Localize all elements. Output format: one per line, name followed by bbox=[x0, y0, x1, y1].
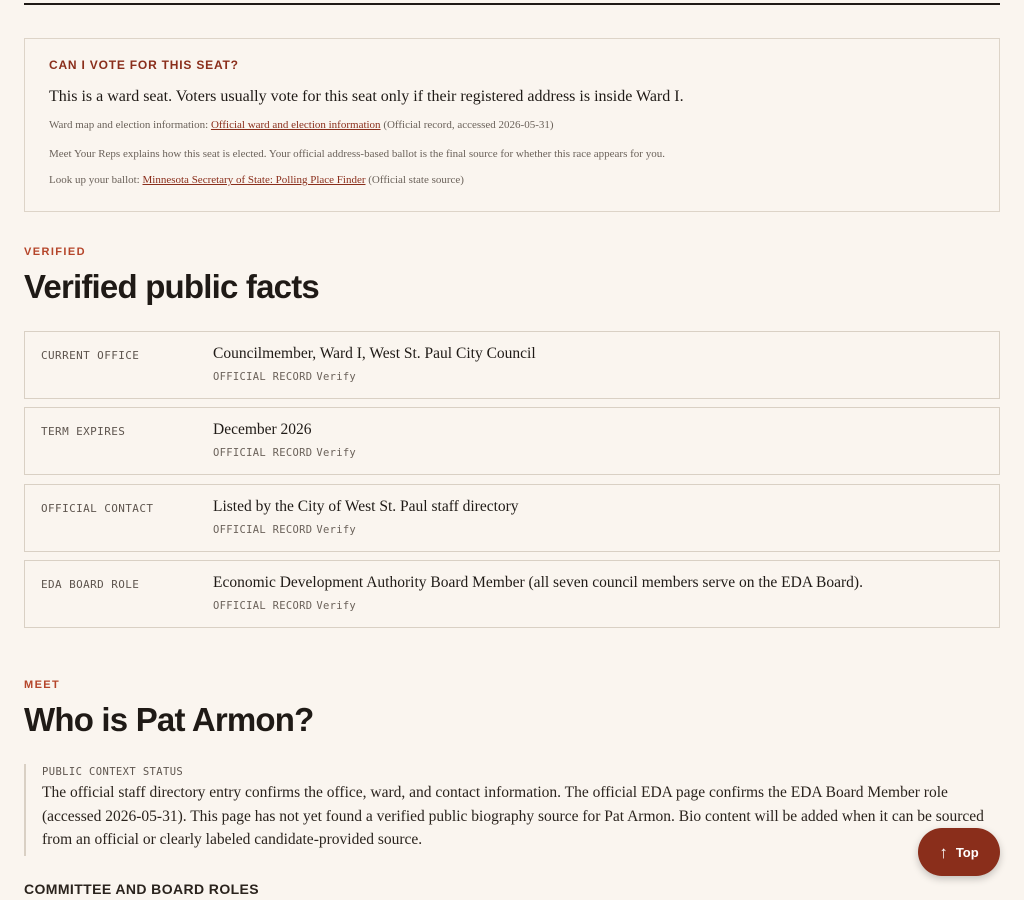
fact-label: OFFICIAL CONTACT bbox=[41, 502, 154, 515]
ward-map-prefix: Ward map and election information: bbox=[49, 119, 209, 131]
fact-label: TERM EXPIRES bbox=[41, 425, 126, 438]
verify-link[interactable]: Verify bbox=[316, 371, 356, 383]
polling-place-finder-link[interactable]: Minnesota Secretary of State: Polling Pl… bbox=[143, 174, 366, 186]
fact-source: OFFICIAL RECORD Verify bbox=[213, 524, 356, 536]
context-label: PUBLIC CONTEXT STATUS bbox=[42, 766, 184, 778]
ballot-lookup-line: Look up your ballot: Minnesota Secretary… bbox=[49, 173, 975, 187]
source-badge: OFFICIAL RECORD bbox=[213, 600, 313, 612]
fact-source: OFFICIAL RECORD Verify bbox=[213, 600, 356, 612]
verify-link[interactable]: Verify bbox=[316, 524, 356, 536]
fact-row-current-office: CURRENT OFFICE Councilmember, Ward I, We… bbox=[24, 331, 1000, 399]
fact-value: December 2026 bbox=[213, 421, 312, 438]
fact-row-eda-board-role: EDA BOARD ROLE Economic Development Auth… bbox=[24, 560, 1000, 628]
verified-eyebrow: VERIFIED bbox=[24, 246, 86, 258]
fact-source: OFFICIAL RECORD Verify bbox=[213, 371, 356, 383]
fact-value: Councilmember, Ward I, West St. Paul Cit… bbox=[213, 345, 536, 362]
vote-eligibility-card: CAN I VOTE FOR THIS SEAT? This is a ward… bbox=[24, 38, 1000, 212]
meet-title: Who is Pat Armon? bbox=[24, 701, 314, 738]
ballot-lookup-prefix: Look up your ballot: bbox=[49, 174, 140, 186]
public-context-status: PUBLIC CONTEXT STATUS The official staff… bbox=[24, 764, 1000, 856]
verified-title: Verified public facts bbox=[24, 268, 320, 305]
verify-link[interactable]: Verify bbox=[316, 600, 356, 612]
election-explainer: Meet Your Reps explains how this seat is… bbox=[49, 148, 665, 160]
fact-row-term-expires: TERM EXPIRES December 2026 OFFICIAL RECO… bbox=[24, 407, 1000, 475]
back-to-top-button[interactable]: ↑ Top bbox=[918, 828, 1000, 876]
ward-map-link[interactable]: Official ward and election information bbox=[211, 119, 381, 131]
fact-value: Listed by the City of West St. Paul staf… bbox=[213, 498, 519, 515]
source-badge: OFFICIAL RECORD bbox=[213, 371, 313, 383]
roles-heading: COMMITTEE AND BOARD ROLES bbox=[24, 881, 260, 897]
back-to-top-label: Top bbox=[955, 844, 979, 860]
ward-map-line: Ward map and election information: Offic… bbox=[49, 118, 975, 132]
verify-link[interactable]: Verify bbox=[316, 447, 356, 459]
fact-value: Economic Development Authority Board Mem… bbox=[213, 574, 863, 591]
fact-row-official-contact: OFFICIAL CONTACT Listed by the City of W… bbox=[24, 484, 1000, 552]
vote-card-lede: This is a ward seat. Voters usually vote… bbox=[49, 88, 684, 105]
fact-label: EDA BOARD ROLE bbox=[41, 578, 140, 591]
source-badge: OFFICIAL RECORD bbox=[213, 524, 313, 536]
ballot-lookup-suffix: (Official state source) bbox=[368, 174, 464, 186]
vote-card-eyebrow: CAN I VOTE FOR THIS SEAT? bbox=[49, 58, 239, 72]
ward-map-suffix: (Official record, accessed 2026-05-31) bbox=[383, 119, 554, 131]
context-text: The official staff directory entry confi… bbox=[42, 784, 984, 848]
fact-label: CURRENT OFFICE bbox=[41, 349, 140, 362]
fact-source: OFFICIAL RECORD Verify bbox=[213, 447, 356, 459]
arrow-up-icon: ↑ bbox=[939, 842, 948, 862]
source-badge: OFFICIAL RECORD bbox=[213, 447, 313, 459]
top-divider bbox=[24, 3, 1000, 5]
meet-eyebrow: MEET bbox=[24, 679, 61, 691]
